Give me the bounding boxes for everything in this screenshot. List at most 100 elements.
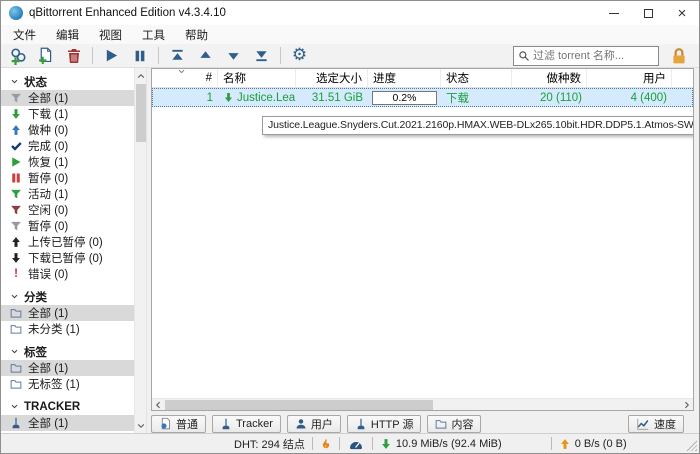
- sidebar-scrollbar[interactable]: [134, 68, 146, 433]
- sidebar-item-all[interactable]: 全部 (1): [1, 90, 134, 106]
- downloading-arrow-icon: [223, 92, 234, 103]
- tracker-icon: [10, 417, 22, 429]
- person-icon: [295, 418, 307, 430]
- chevron-down-icon: [10, 402, 19, 411]
- column-header-name[interactable]: 名称: [218, 69, 296, 87]
- tab-peers[interactable]: 用户: [287, 415, 341, 433]
- arrow-up-icon: [10, 124, 22, 136]
- scroll-up-icon[interactable]: [135, 69, 147, 82]
- section-tags[interactable]: 标签: [1, 343, 134, 360]
- sidebar-item-active[interactable]: 活动 (1): [1, 186, 134, 202]
- maximize-icon: [644, 9, 653, 18]
- delete-torrent-button[interactable]: [63, 45, 84, 66]
- minimize-button[interactable]: [597, 1, 631, 25]
- menu-edit[interactable]: 编辑: [46, 25, 89, 44]
- maximize-button[interactable]: [631, 1, 665, 25]
- resize-grip[interactable]: [686, 440, 697, 451]
- options-button[interactable]: ⚙: [289, 45, 310, 66]
- statusbar-separator: [372, 437, 373, 450]
- arrow-down-icon: [10, 252, 22, 264]
- upload-speed: 0 B/s (0 B): [575, 438, 627, 450]
- sidebar-item-seeding[interactable]: 做种 (0): [1, 122, 134, 138]
- move-top-button[interactable]: [167, 45, 188, 66]
- trash-icon: [66, 48, 82, 64]
- close-button[interactable]: ×: [665, 1, 699, 25]
- sidebar-item-paused[interactable]: 暂停 (0): [1, 170, 134, 186]
- scroll-right-icon[interactable]: [681, 399, 693, 411]
- speed-limit-gauge-icon[interactable]: [347, 437, 365, 451]
- add-torrent-link-button[interactable]: [7, 45, 28, 66]
- pause-icon: [133, 49, 147, 63]
- row-progress: 0.2%: [368, 91, 441, 105]
- table-horizontal-scrollbar[interactable]: [152, 398, 693, 410]
- scrollbar-thumb[interactable]: [136, 84, 146, 142]
- section-trackers[interactable]: TRACKER: [1, 398, 134, 415]
- menu-tools[interactable]: 工具: [132, 25, 175, 44]
- dht-nodes: DHT: 294 结点: [234, 436, 305, 452]
- scroll-left-icon[interactable]: [152, 399, 164, 411]
- filter-input[interactable]: [533, 50, 654, 62]
- move-up-icon: [198, 48, 213, 63]
- window-title: qBittorrent Enhanced Edition v4.3.4.10: [29, 7, 226, 19]
- section-status[interactable]: 状态: [1, 73, 134, 90]
- sidebar-item-downloading[interactable]: 下载 (1): [1, 106, 134, 122]
- speed-widget-button[interactable]: 速度: [628, 415, 684, 433]
- statusbar-separator: [312, 437, 313, 450]
- menu-help[interactable]: 帮助: [175, 25, 218, 44]
- sidebar-item-resumed[interactable]: 恢复 (1): [1, 154, 134, 170]
- column-header-peers[interactable]: 用户: [587, 69, 672, 87]
- arrow-down-icon: [10, 108, 22, 120]
- tab-content[interactable]: 内容: [427, 415, 481, 433]
- resume-button[interactable]: [101, 45, 122, 66]
- lock-icon: [670, 47, 688, 65]
- main-area: 状态 全部 (1) 下载 (1) 做种 (0) 完成 (0) 恢复 (1) 暂停…: [1, 68, 699, 433]
- sidebar-item-errored[interactable]: !错误 (0): [1, 266, 134, 282]
- arrow-up-icon: [10, 236, 22, 248]
- add-torrent-file-button[interactable]: [35, 45, 56, 66]
- move-down-button[interactable]: [223, 45, 244, 66]
- connection-status-icon[interactable]: [320, 437, 332, 451]
- scroll-down-icon[interactable]: [135, 419, 147, 432]
- column-header-size[interactable]: 选定大小: [296, 69, 368, 87]
- folder-icon: [10, 362, 22, 374]
- general-icon: [159, 417, 172, 430]
- sidebar-item-stalled-downloading[interactable]: 下载已暂停 (0): [1, 250, 134, 266]
- status-bar: DHT: 294 结点 10.9 MiB/s (92.4 MiB) 0 B/s …: [1, 433, 699, 453]
- exclamation-icon: !: [10, 268, 22, 280]
- check-icon: [10, 140, 22, 152]
- sidebar-tag-untagged[interactable]: 无标签 (1): [1, 376, 134, 392]
- menu-file[interactable]: 文件: [3, 25, 46, 44]
- tab-general[interactable]: 普通: [151, 415, 206, 433]
- section-categories[interactable]: 分类: [1, 288, 134, 305]
- lock-button[interactable]: [670, 47, 688, 65]
- sidebar-tracker-all[interactable]: 全部 (1): [1, 415, 134, 431]
- app-logo-icon: [9, 6, 23, 20]
- toolbar-separator: [280, 47, 281, 64]
- download-speed-group[interactable]: 10.9 MiB/s (92.4 MiB): [380, 438, 502, 450]
- tab-trackers[interactable]: Tracker: [212, 415, 281, 433]
- properties-tabs: 普通 Tracker 用户 HTTP 源 内容 速度: [151, 411, 694, 433]
- move-up-button[interactable]: [195, 45, 216, 66]
- sidebar-category-all[interactable]: 全部 (1): [1, 305, 134, 321]
- content-panel: # 名称 选定大小 进度 状态 做种数 用户 1 Justice.Lea... …: [147, 68, 699, 433]
- menu-view[interactable]: 视图: [89, 25, 132, 44]
- column-header-seeds[interactable]: 做种数: [512, 69, 587, 87]
- sidebar-category-uncategorized[interactable]: 未分类 (1): [1, 321, 134, 337]
- tab-http-sources[interactable]: HTTP 源: [347, 415, 422, 433]
- folder-icon: [435, 418, 447, 430]
- column-header-progress[interactable]: 进度: [368, 69, 441, 87]
- sidebar-item-completed[interactable]: 完成 (0): [1, 138, 134, 154]
- sidebar-item-stalled-uploading[interactable]: 上传已暂停 (0): [1, 234, 134, 250]
- torrent-row[interactable]: 1 Justice.Lea... 31.51 GiB 0.2% 下载 20 (1…: [152, 88, 693, 107]
- upload-speed-group[interactable]: 0 B/s (0 B): [559, 438, 627, 450]
- progress-bar: 0.2%: [372, 91, 437, 105]
- sidebar-item-stalled[interactable]: 暂停 (0): [1, 218, 134, 234]
- torrent-table: # 名称 选定大小 进度 状态 做种数 用户 1 Justice.Lea... …: [151, 68, 694, 411]
- sidebar-item-inactive[interactable]: 空闲 (0): [1, 202, 134, 218]
- column-header-state[interactable]: 状态: [441, 69, 512, 87]
- sidebar-tag-all[interactable]: 全部 (1): [1, 360, 134, 376]
- move-bottom-button[interactable]: [251, 45, 272, 66]
- scrollbar-thumb[interactable]: [165, 400, 433, 410]
- pause-button[interactable]: [129, 45, 150, 66]
- row-peers: 4 (400): [587, 92, 672, 104]
